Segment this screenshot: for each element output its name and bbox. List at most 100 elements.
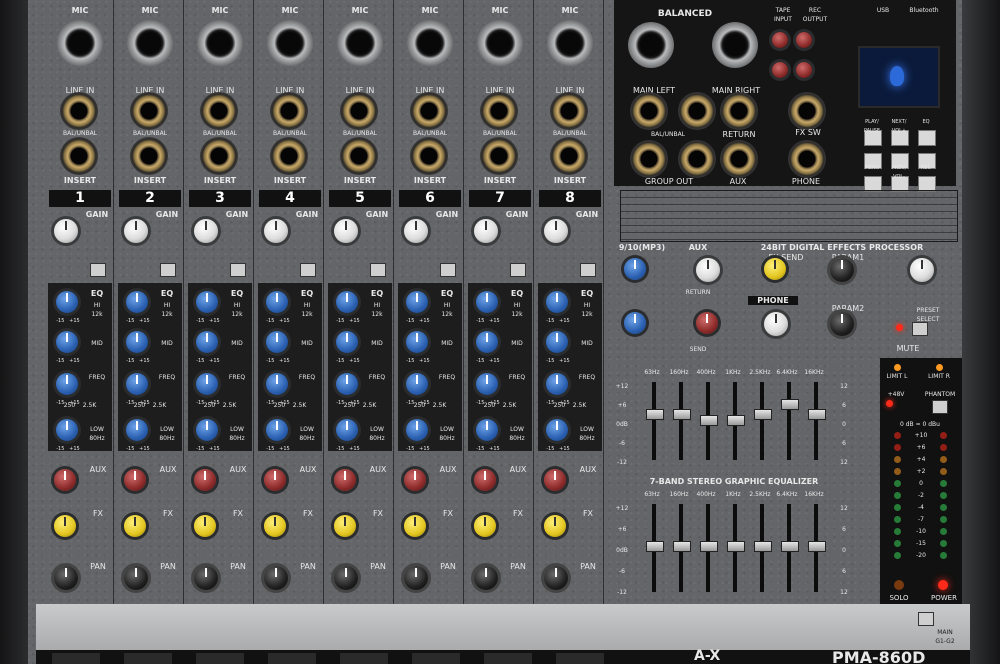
pad-switch[interactable] [300, 263, 316, 277]
output-jack[interactable] [678, 92, 716, 130]
eq-hi-knob[interactable] [196, 291, 218, 313]
eq-mid-knob[interactable] [406, 331, 428, 353]
mute-button[interactable] [340, 653, 388, 664]
gain-knob[interactable] [124, 219, 148, 243]
aux-knob[interactable] [264, 469, 286, 491]
gain-knob[interactable] [474, 219, 498, 243]
eq-hi-knob[interactable] [546, 291, 568, 313]
graphic-eq-fader[interactable] [727, 414, 745, 426]
eq-low-knob[interactable] [266, 419, 288, 441]
mute-button[interactable] [556, 653, 604, 664]
eq-mid-knob[interactable] [56, 331, 78, 353]
phantom-switch[interactable] [932, 400, 948, 414]
mute-switch[interactable] [912, 322, 928, 336]
output-jack[interactable] [630, 140, 668, 178]
mic-xlr-input[interactable] [267, 20, 313, 66]
eq-low-knob[interactable] [336, 419, 358, 441]
eq-hi-knob[interactable] [126, 291, 148, 313]
insert-jack[interactable] [480, 137, 518, 175]
mic-xlr-input[interactable] [197, 20, 243, 66]
mute-button[interactable] [52, 653, 100, 664]
fx-knob[interactable] [124, 515, 146, 537]
pan-knob[interactable] [544, 566, 568, 590]
graphic-eq-fader[interactable] [646, 409, 664, 421]
effects-knob[interactable] [624, 312, 646, 334]
line-in-jack[interactable] [270, 92, 308, 130]
gain-knob[interactable] [54, 219, 78, 243]
eq-low-knob[interactable] [56, 419, 78, 441]
insert-jack[interactable] [60, 137, 98, 175]
graphic-eq-fader[interactable] [700, 540, 718, 552]
pan-knob[interactable] [194, 566, 218, 590]
eq-low-knob[interactable] [126, 419, 148, 441]
main-left-xlr[interactable] [628, 22, 674, 68]
fx-knob[interactable] [264, 515, 286, 537]
pad-switch[interactable] [440, 263, 456, 277]
eq-hi-knob[interactable] [56, 291, 78, 313]
insert-jack[interactable] [340, 137, 378, 175]
eq-freq-knob[interactable] [406, 373, 428, 395]
eq-hi-knob[interactable] [266, 291, 288, 313]
eq-freq-knob[interactable] [196, 373, 218, 395]
fx-knob[interactable] [194, 515, 216, 537]
fx-knob[interactable] [334, 515, 356, 537]
insert-jack[interactable] [130, 137, 168, 175]
effects-knob[interactable] [764, 312, 788, 336]
eq-freq-knob[interactable] [476, 373, 498, 395]
eq-hi-knob[interactable] [406, 291, 428, 313]
eq-mid-knob[interactable] [476, 331, 498, 353]
line-in-jack[interactable] [410, 92, 448, 130]
line-in-jack[interactable] [480, 92, 518, 130]
effects-knob[interactable] [764, 258, 786, 280]
line-in-jack[interactable] [340, 92, 378, 130]
eq-freq-knob[interactable] [56, 373, 78, 395]
effects-knob[interactable] [624, 258, 646, 280]
eq-freq-knob[interactable] [336, 373, 358, 395]
graphic-eq-fader[interactable] [754, 409, 772, 421]
pan-knob[interactable] [54, 566, 78, 590]
graphic-eq-fader[interactable] [673, 409, 691, 421]
aux-knob[interactable] [404, 469, 426, 491]
rca-jack[interactable] [772, 32, 788, 48]
fx-knob[interactable] [54, 515, 76, 537]
graphic-eq-fader[interactable] [808, 540, 826, 552]
eq-hi-knob[interactable] [476, 291, 498, 313]
gain-knob[interactable] [544, 219, 568, 243]
line-in-jack[interactable] [550, 92, 588, 130]
insert-jack[interactable] [410, 137, 448, 175]
pan-knob[interactable] [124, 566, 148, 590]
pad-switch[interactable] [90, 263, 106, 277]
insert-jack[interactable] [200, 137, 238, 175]
fx-knob[interactable] [404, 515, 426, 537]
effects-knob[interactable] [830, 258, 854, 282]
eq-low-knob[interactable] [196, 419, 218, 441]
effects-knob[interactable] [696, 312, 718, 334]
pan-knob[interactable] [264, 566, 288, 590]
aux-knob[interactable] [124, 469, 146, 491]
graphic-eq-fader[interactable] [673, 540, 691, 552]
main-group-switch[interactable] [918, 612, 934, 626]
eq-mid-knob[interactable] [336, 331, 358, 353]
graphic-eq-fader[interactable] [700, 414, 718, 426]
mute-button[interactable] [412, 653, 460, 664]
line-in-jack[interactable] [130, 92, 168, 130]
eq-low-knob[interactable] [546, 419, 568, 441]
aux-knob[interactable] [54, 469, 76, 491]
eq-freq-knob[interactable] [546, 373, 568, 395]
eq-low-knob[interactable] [406, 419, 428, 441]
graphic-eq-fader[interactable] [646, 540, 664, 552]
pad-switch[interactable] [510, 263, 526, 277]
rca-jack[interactable] [796, 62, 812, 78]
graphic-eq-fader[interactable] [781, 399, 799, 411]
mute-button[interactable] [484, 653, 532, 664]
rca-jack[interactable] [772, 62, 788, 78]
eq-mid-knob[interactable] [126, 331, 148, 353]
player-button[interactable] [918, 130, 936, 146]
pad-switch[interactable] [160, 263, 176, 277]
pad-switch[interactable] [370, 263, 386, 277]
aux-knob[interactable] [194, 469, 216, 491]
effects-knob[interactable] [830, 312, 854, 336]
fx-knob[interactable] [544, 515, 566, 537]
pan-knob[interactable] [474, 566, 498, 590]
rca-jack[interactable] [796, 32, 812, 48]
